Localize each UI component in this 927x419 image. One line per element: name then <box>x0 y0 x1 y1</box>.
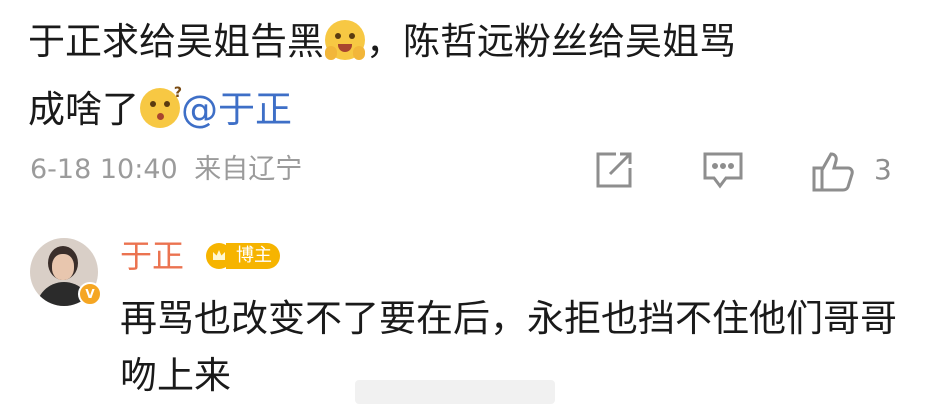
host-badge: 博主 <box>206 242 280 270</box>
smile-hands-emoji-icon <box>325 20 365 60</box>
watermark <box>355 380 555 404</box>
post-text-part3: 成啥了 <box>28 88 139 131</box>
verified-badge-icon: V <box>78 282 102 306</box>
thumbs-up-icon[interactable] <box>810 148 856 194</box>
post-meta: 6-18 10:40 来自辽宁 <box>30 150 302 190</box>
share-icon[interactable] <box>592 148 636 192</box>
post-text-part2: ，陈哲远粉丝给吴姐骂 <box>366 20 736 63</box>
crown-icon <box>206 243 232 269</box>
like-count: 3 <box>874 153 892 186</box>
post-text: 于正求给吴姐告黑 ，陈哲远粉丝给吴姐骂 成啥了? @于正 <box>28 8 908 144</box>
timestamp: 6-18 10:40 <box>30 154 178 185</box>
source-location: 来自辽宁 <box>194 154 303 185</box>
host-badge-label: 博主 <box>226 243 280 269</box>
confused-emoji-icon: ? <box>140 86 182 128</box>
comment-icon[interactable] <box>700 148 746 192</box>
comment-username[interactable]: 于正 <box>120 234 184 278</box>
post-text-part1: 于正求给吴姐告黑 <box>28 20 324 63</box>
mention-link[interactable]: @于正 <box>181 88 292 131</box>
